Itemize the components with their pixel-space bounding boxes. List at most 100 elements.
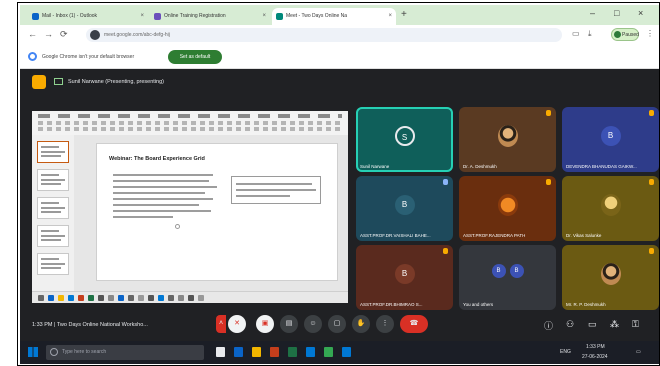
mic-activity-icon (649, 248, 654, 254)
reload-icon[interactable]: ⟳ (60, 29, 68, 40)
leave-call-button[interactable]: ☎ (400, 315, 428, 333)
present-icon[interactable]: ▢ (328, 315, 346, 333)
slide-canvas: Webinar: The Board Experience Grid (74, 135, 348, 291)
mic-off-icon[interactable]: ✕ (228, 315, 246, 333)
meeting-control-bar: 1:33 PM | Two Days Online National Works… (20, 309, 659, 341)
new-tab-button[interactable]: + (401, 9, 407, 20)
notification-icon[interactable]: ▭ (636, 341, 641, 364)
task-view-icon[interactable] (216, 347, 225, 357)
meet-icon (276, 13, 283, 20)
slide-bullet (113, 186, 217, 188)
slide-thumbnail[interactable] (37, 169, 69, 191)
meet-logo-icon (32, 75, 46, 89)
ribbon-tools (38, 121, 342, 125)
address-row: ← → ⟳ meet.google.com/abc-defg-hij ▭ ⤓ P… (20, 25, 659, 45)
tab-registration[interactable]: Online Training Registration × (150, 8, 270, 25)
cursor-indicator (175, 224, 180, 229)
participant-tile[interactable]: B ASST.PROF.DR.VAISHALI BAHE... (356, 176, 453, 241)
host-controls-icon[interactable]: ⚿ (632, 319, 639, 330)
participant-tile[interactable]: Dr. Vikas Salunke (562, 176, 659, 241)
participant-photo (600, 193, 621, 216)
slide-bullet (113, 192, 205, 194)
minimize-button[interactable]: – (590, 8, 595, 18)
word-icon[interactable] (306, 347, 315, 357)
profile-label: Paused (622, 32, 639, 38)
tab-mail[interactable]: Mail - Inbox (1) - Outlook × (28, 8, 148, 25)
participant-tile[interactable]: S Sunil Narwane (356, 107, 453, 172)
participant-tile[interactable]: B DEVENDRA BHANUDAS GAIKW... (562, 107, 659, 172)
set-default-button[interactable]: Set as default (168, 50, 222, 64)
powerpoint-icon[interactable] (270, 347, 279, 357)
participant-avatar: B (509, 263, 524, 278)
participant-tile[interactable]: ASST.PROF.RAJENDRA PATH (459, 176, 556, 241)
cast-icon[interactable]: ▭ (572, 29, 580, 38)
slide-thumbnail[interactable] (37, 253, 69, 275)
slide-thumbnail[interactable] (37, 141, 69, 163)
activities-icon[interactable]: ⁂ (610, 319, 619, 330)
shared-taskbar (32, 291, 348, 303)
tab-label: Online Training Registration (164, 13, 226, 19)
close-window-button[interactable]: × (638, 8, 643, 18)
participant-name: Mr. R. P. Deshmukh (566, 302, 606, 307)
slide-bullet (113, 204, 199, 206)
address-bar[interactable]: meet.google.com/abc-defg-hij (86, 28, 562, 42)
forward-icon[interactable]: → (44, 29, 53, 39)
taskbar-search[interactable]: Type here to search (46, 345, 204, 360)
chat-icon[interactable]: ▭ (588, 319, 597, 330)
participant-tile[interactable]: Mr. R. P. Deshmukh (562, 245, 659, 310)
current-slide: Webinar: The Board Experience Grid (96, 143, 338, 281)
maximize-button[interactable]: □ (614, 8, 619, 18)
people-icon[interactable]: ⚇ (566, 319, 574, 330)
close-icon[interactable]: × (388, 8, 392, 25)
chrome-icon[interactable] (324, 347, 333, 357)
slide-title: Webinar: The Board Experience Grid (109, 156, 205, 162)
participant-tile[interactable]: Dr. A. Deshmukh (459, 107, 556, 172)
participant-photo (600, 262, 621, 285)
edge-icon[interactable] (234, 347, 243, 357)
participant-name: DEVENDRA BHANUDAS GAIKW... (566, 164, 637, 169)
slide-thumbnail[interactable] (37, 197, 69, 219)
participant-name: ASST.PROF.DR.VAISHALI BAHE... (360, 233, 431, 238)
captions-icon[interactable]: ▤ (280, 315, 298, 333)
windows-start-icon[interactable] (28, 347, 38, 357)
camera-off-icon[interactable]: ▣ (256, 315, 274, 333)
outlook-icon[interactable] (342, 347, 351, 357)
slide-thumbnail[interactable] (37, 225, 69, 247)
mic-activity-icon (649, 179, 654, 185)
participant-avatar: B (491, 263, 506, 278)
more-options-icon[interactable]: ⋮ (376, 315, 394, 333)
close-icon[interactable]: × (140, 8, 144, 25)
tray-language[interactable]: ENG (560, 341, 571, 364)
info-icon[interactable]: ⓘ (544, 319, 553, 332)
ppt-ribbon (32, 111, 348, 136)
clock-date[interactable]: 27-06-2024 (582, 352, 608, 363)
download-icon[interactable]: ⤓ (588, 29, 592, 39)
site-info-icon[interactable] (90, 30, 100, 40)
back-icon[interactable]: ← (28, 29, 37, 39)
url-text: meet.google.com/abc-defg-hij (104, 32, 170, 38)
participant-tile[interactable]: B B You and others (459, 245, 556, 310)
participant-tile[interactable]: B ASST.PROF.DR.BHIMRAO S... (356, 245, 453, 310)
shared-screen[interactable]: Webinar: The Board Experience Grid (32, 111, 348, 303)
participant-avatar: S (394, 125, 415, 146)
slide-bullet (113, 210, 211, 212)
close-icon[interactable]: × (262, 8, 266, 25)
tab-meet[interactable]: Meet - Two Days Online Na × (272, 8, 396, 25)
search-icon (50, 348, 58, 356)
mail-icon (32, 13, 39, 20)
participant-name: Dr. A. Deshmukh (463, 164, 497, 169)
menu-icon[interactable]: ⋮ (646, 29, 654, 38)
mic-activity-icon (546, 179, 551, 185)
mic-activity-icon (546, 110, 551, 116)
participant-photo (497, 193, 518, 216)
raise-hand-icon[interactable]: ✋ (352, 315, 370, 333)
excel-icon[interactable] (288, 347, 297, 357)
windows-taskbar: Type here to search ENG 1:33 PM 27-06-20… (20, 341, 659, 364)
file-explorer-icon[interactable] (252, 347, 261, 357)
participant-avatar: B (394, 194, 415, 215)
meet-stage: Sunil Narwane (Presenting, presenting) W… (20, 69, 659, 341)
emoji-icon[interactable]: ☺ (304, 315, 322, 333)
mic-options-button[interactable]: ˄ (216, 315, 226, 333)
profile-button[interactable]: Paused (611, 28, 639, 41)
browser-tab-strip: Mail - Inbox (1) - Outlook × Online Trai… (20, 5, 659, 25)
